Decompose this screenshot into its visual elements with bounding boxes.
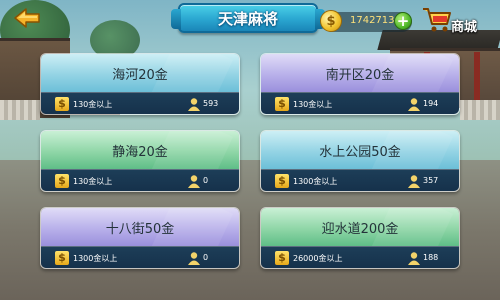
room-card-footer: $ 130金以上 194 — [261, 92, 459, 114]
room-name: 水上公园50金 — [319, 144, 401, 160]
room-min-coins: 130金以上 — [73, 177, 113, 186]
dollar-icon: $ — [275, 174, 289, 188]
player-icon — [188, 98, 200, 111]
player-icon — [408, 175, 420, 188]
room-card-footer: $ 1300金以上 357 — [261, 169, 459, 191]
back-button[interactable] — [12, 6, 42, 30]
room-card-footer: $ 130金以上 0 — [41, 169, 239, 191]
room-name: 静海20金 — [112, 144, 168, 160]
room-name: 十八街50金 — [105, 221, 175, 237]
room-card-header: 海河20金 — [41, 54, 239, 92]
railing-right — [460, 100, 500, 120]
back-arrow-icon — [14, 8, 40, 28]
player-icon — [408, 252, 420, 265]
dollar-icon: $ — [55, 174, 69, 188]
room-card-header: 水上公园50金 — [261, 131, 459, 169]
coin-amount: 1742713 — [350, 15, 395, 26]
room-name: 海河20金 — [112, 67, 168, 83]
title-banner: 天津麻将 — [171, 3, 325, 33]
dollar-icon: $ — [55, 97, 69, 111]
room-card-header: 南开区20金 — [261, 54, 459, 92]
dollar-icon: $ — [275, 251, 289, 265]
room-card-haihe[interactable]: 海河20金 $ 130金以上 593 — [40, 53, 240, 115]
dollar-icon: $ — [275, 97, 289, 111]
add-coins-button[interactable]: + — [394, 12, 412, 30]
room-card-nankai[interactable]: 南开区20金 $ 130金以上 194 — [260, 53, 460, 115]
player-icon — [188, 252, 200, 265]
room-card-shuishang[interactable]: 水上公园50金 $ 1300金以上 357 — [260, 130, 460, 192]
room-card-shibajie[interactable]: 十八街50金 $ 1300金以上 0 — [40, 207, 240, 269]
shop-label: 商城 — [451, 20, 478, 35]
coin-icon: $ — [320, 10, 342, 32]
room-player-count: 194 — [423, 99, 439, 108]
room-card-jinghai[interactable]: 静海20金 $ 130金以上 0 — [40, 130, 240, 192]
shopping-cart-icon — [423, 8, 451, 32]
room-card-header: 十八街50金 — [41, 208, 239, 246]
room-card-header: 静海20金 — [41, 131, 239, 169]
room-min-coins: 130金以上 — [73, 100, 113, 109]
room-card-footer: $ 130金以上 593 — [41, 92, 239, 114]
player-icon — [188, 175, 200, 188]
room-min-coins: 1300金以上 — [73, 254, 118, 263]
railing-left — [0, 100, 40, 120]
room-name: 南开区20金 — [325, 67, 395, 83]
room-player-count: 0 — [203, 176, 209, 185]
room-player-count: 188 — [423, 253, 439, 262]
room-card-yingshuidao[interactable]: 迎水道200金 $ 26000金以上 188 — [260, 207, 460, 269]
room-name: 迎水道200金 — [321, 221, 399, 237]
room-player-count: 593 — [203, 99, 219, 108]
room-min-coins: 1300金以上 — [293, 177, 338, 186]
room-player-count: 0 — [203, 253, 209, 262]
room-card-header: 迎水道200金 — [261, 208, 459, 246]
room-min-coins: 26000金以上 — [293, 254, 343, 263]
player-icon — [408, 98, 420, 111]
room-min-coins: 130金以上 — [293, 100, 333, 109]
dollar-icon: $ — [55, 251, 69, 265]
page-title: 天津麻将 — [217, 9, 278, 28]
room-card-footer: $ 26000金以上 188 — [261, 246, 459, 268]
shop-button[interactable]: 商城 — [421, 4, 481, 35]
room-card-footer: $ 1300金以上 0 — [41, 246, 239, 268]
room-player-count: 357 — [423, 176, 439, 185]
